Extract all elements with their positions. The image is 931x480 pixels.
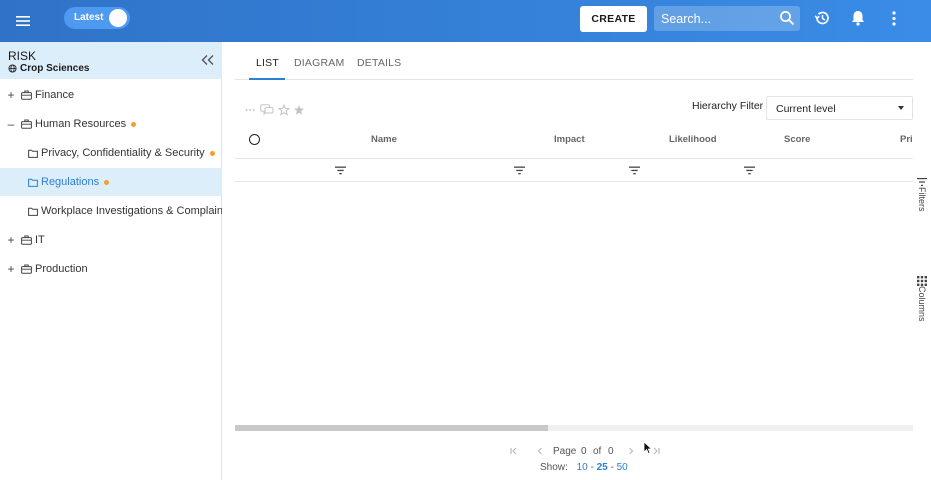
hierarchy-filter-value: Current level xyxy=(776,103,836,115)
version-toggle[interactable]: Latest xyxy=(64,7,130,29)
collapse-sidebar-icon[interactable] xyxy=(201,54,215,66)
search-icon[interactable] xyxy=(779,10,795,26)
tree-item[interactable]: + Finance xyxy=(0,81,222,109)
tree-item-label: Privacy, Confidentiality & Security xyxy=(41,147,205,159)
collapse-icon[interactable]: – xyxy=(5,117,17,131)
tree-item-label: Workplace Investigations & Complaints xyxy=(41,205,222,217)
next-page-icon[interactable] xyxy=(626,446,636,456)
globe-icon xyxy=(8,64,17,73)
column-filter-row xyxy=(235,159,913,182)
view-tabs: LIST DIAGRAM DETAILS xyxy=(235,42,913,80)
tab-list[interactable]: LIST xyxy=(256,57,279,69)
tree-item[interactable]: – Human Resources xyxy=(0,110,222,138)
row-actions xyxy=(245,104,305,116)
hierarchy-filter-select[interactable]: Current level xyxy=(766,96,913,120)
column-header-score[interactable]: Score xyxy=(784,134,810,145)
tree-item-label: Production xyxy=(35,263,88,275)
show-label: Show: xyxy=(540,462,568,473)
filter-icon[interactable] xyxy=(629,166,640,175)
create-button[interactable]: CREATE xyxy=(580,6,647,32)
horizontal-scrollbar[interactable] xyxy=(235,425,913,431)
scrollbar-thumb[interactable] xyxy=(235,425,548,431)
page-current: 0 xyxy=(581,446,587,457)
notifications-bell-icon[interactable] xyxy=(849,9,867,27)
filter-icon[interactable] xyxy=(514,166,525,175)
top-app-bar: Latest CREATE Search... xyxy=(0,0,931,42)
hierarchy-filter-label: Hierarchy Filter xyxy=(692,100,764,112)
page-of-label: of xyxy=(593,446,602,457)
column-header-priority[interactable]: Pri xyxy=(900,134,913,145)
search-input[interactable]: Search... xyxy=(654,6,800,31)
page-size-selector: Show: 10 - 25 - 50 xyxy=(540,462,628,473)
more-vertical-icon[interactable] xyxy=(886,10,902,27)
filter-icon[interactable] xyxy=(335,166,346,175)
tree-item[interactable]: + Production xyxy=(0,255,222,283)
column-header-impact[interactable]: Impact xyxy=(554,134,585,145)
briefcase-icon xyxy=(21,235,32,245)
active-tab-indicator xyxy=(249,78,285,80)
page-label: Page xyxy=(553,446,577,457)
filters-icon xyxy=(917,178,927,186)
star-filled-icon[interactable] xyxy=(293,104,305,116)
toggle-knob xyxy=(109,9,127,27)
tree-item[interactable]: Regulations xyxy=(0,168,222,196)
column-header-name[interactable]: Name xyxy=(371,134,397,145)
columns-grid-icon xyxy=(917,276,927,286)
tree-item-label: IT xyxy=(35,234,45,246)
expand-icon[interactable]: + xyxy=(5,88,17,102)
search-placeholder: Search... xyxy=(661,12,712,26)
grid-header: Name Impact Likelihood Score Pri xyxy=(235,126,913,159)
first-page-icon[interactable] xyxy=(509,446,519,456)
briefcase-icon xyxy=(21,119,32,129)
briefcase-icon xyxy=(21,264,32,274)
folder-icon xyxy=(28,207,38,216)
mouse-cursor-icon xyxy=(643,441,653,455)
filters-side-tab[interactable]: Filters xyxy=(917,177,931,215)
page-total: 0 xyxy=(608,446,614,457)
expand-icon[interactable]: + xyxy=(5,233,17,247)
tab-diagram[interactable]: DIAGRAM xyxy=(294,57,344,69)
version-toggle-label: Latest xyxy=(74,12,104,23)
expand-icon[interactable]: + xyxy=(5,262,17,276)
tab-details[interactable]: DETAILS xyxy=(357,57,401,69)
filter-icon[interactable] xyxy=(744,166,755,175)
sidebar-header: RISK Crop Sciences xyxy=(0,42,222,79)
history-icon[interactable] xyxy=(813,9,831,27)
hierarchy-sidebar: RISK Crop Sciences + Finance – Human Resour… xyxy=(0,42,222,480)
tree-item[interactable]: Privacy, Confidentiality & Security xyxy=(0,139,222,167)
status-dot xyxy=(209,150,215,156)
tree-item-label: Regulations xyxy=(41,176,100,188)
tree-item[interactable]: Workplace Investigations & Complaints xyxy=(0,197,222,225)
columns-side-label: Columns xyxy=(917,286,927,322)
page-size-option-25[interactable]: 25 xyxy=(597,462,608,473)
folder-icon xyxy=(28,178,38,187)
page-size-option-10[interactable]: 10 xyxy=(577,462,588,473)
tree-item-label: Finance xyxy=(35,89,75,101)
filters-side-label: Filters xyxy=(917,187,927,212)
hamburger-menu-icon[interactable] xyxy=(13,11,33,31)
briefcase-icon xyxy=(21,90,32,100)
dropdown-caret-icon xyxy=(898,106,904,110)
previous-page-icon[interactable] xyxy=(535,446,545,456)
sidebar-title: RISK xyxy=(8,49,37,63)
tree-item-label: Human Resources xyxy=(35,118,127,130)
comments-icon[interactable] xyxy=(260,104,274,116)
tree-item[interactable]: + IT xyxy=(0,226,222,254)
star-outline-icon[interactable] xyxy=(278,104,290,116)
column-header-likelihood[interactable]: Likelihood xyxy=(669,134,717,145)
more-horizontal-icon[interactable] xyxy=(245,108,255,112)
status-dot xyxy=(104,179,110,185)
sidebar-subtitle-text: Crop Sciences xyxy=(20,63,90,74)
columns-side-tab[interactable]: Columns xyxy=(917,276,931,325)
folder-icon xyxy=(28,149,38,158)
page-size-option-50[interactable]: 50 xyxy=(617,462,628,473)
select-all-radio[interactable] xyxy=(249,134,260,145)
sidebar-subtitle: Crop Sciences xyxy=(8,63,89,74)
status-dot xyxy=(131,121,137,127)
